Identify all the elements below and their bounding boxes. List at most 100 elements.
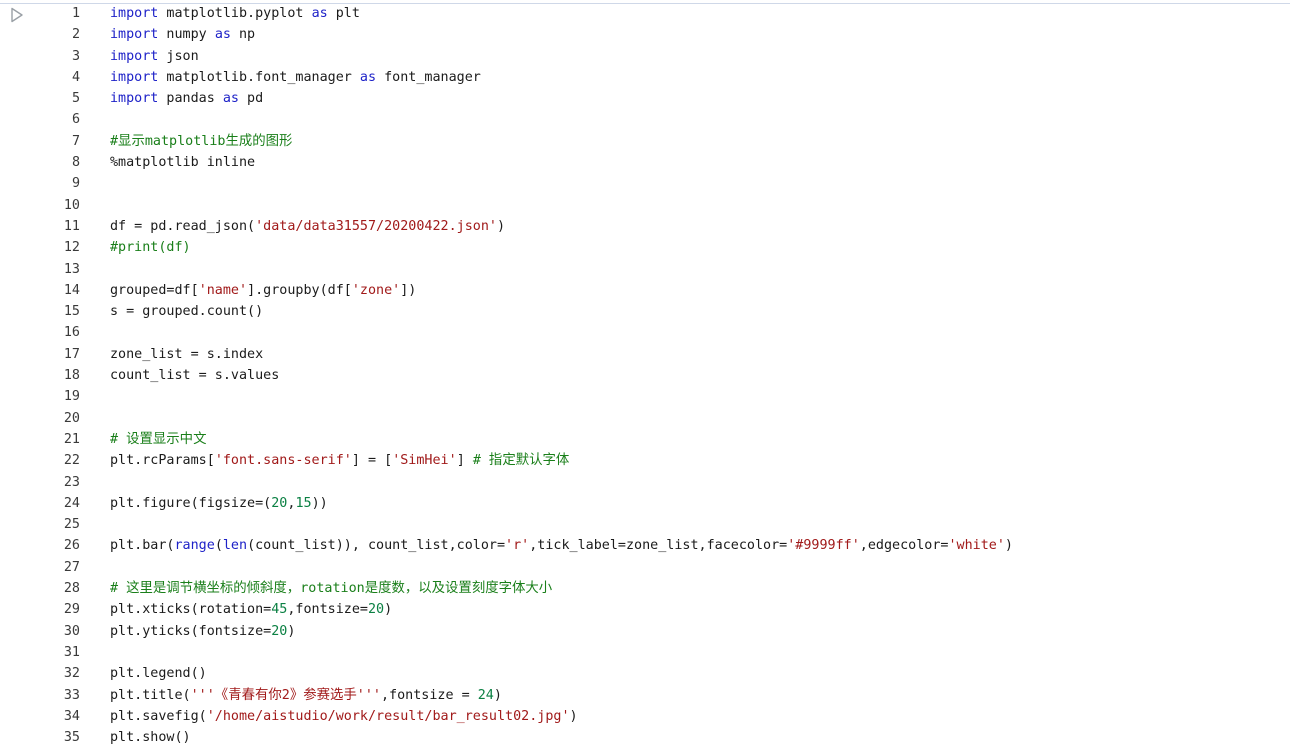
line-source: import matplotlib.font_manager as font_m…: [110, 67, 481, 88]
code-line[interactable]: 23: [0, 472, 1290, 493]
code-token: 15: [295, 495, 312, 511]
code-line[interactable]: 16: [0, 322, 1290, 343]
code-cell: 1 import matplotlib.pyplot as plt 2 import …: [0, 0, 1290, 756]
line-source: #显示matplotlib生成的图形: [110, 131, 292, 152]
code-line[interactable]: 12 #print(df): [0, 237, 1290, 258]
code-token: 20: [368, 602, 385, 618]
code-line[interactable]: 8 %matplotlib inline: [0, 152, 1290, 173]
code-line[interactable]: 33 plt.title('''《青春有你2》参赛选手''',fontsize =…: [0, 685, 1290, 706]
code-token: ].groupby(df[: [247, 282, 352, 298]
code-token: '''《青春有你2》参赛选手''': [190, 687, 381, 703]
line-number: 24: [63, 495, 80, 511]
line-number: 11: [63, 218, 80, 234]
code-line[interactable]: 27: [0, 557, 1290, 578]
line-number: 14: [63, 282, 80, 298]
line-source: grouped=df['name'].groupby(df['zone']): [110, 280, 416, 301]
code-token: grouped=df[: [110, 282, 199, 298]
code-line[interactable]: 19: [0, 386, 1290, 407]
code-token: plt.xticks(rotation=: [110, 602, 272, 618]
code-line[interactable]: 29 plt.xticks(rotation=45,fontsize=20): [0, 599, 1290, 620]
line-number: 23: [63, 474, 80, 490]
line-source: import pandas as pd: [110, 88, 263, 109]
code-line[interactable]: 32 plt.legend(): [0, 663, 1290, 684]
code-token: s = grouped.count(): [110, 304, 264, 320]
code-token: plt.figure(figsize=(: [110, 495, 272, 511]
code-line[interactable]: 31: [0, 642, 1290, 663]
code-token: json: [158, 48, 199, 64]
code-token: ): [384, 602, 393, 618]
code-line[interactable]: 14 grouped=df['name'].groupby(df['zone']): [0, 280, 1290, 301]
code-token: 'white': [948, 538, 1005, 554]
line-source: count_list = s.values: [110, 365, 279, 386]
code-line[interactable]: 15 s = grouped.count(): [0, 301, 1290, 322]
code-line[interactable]: 5 import pandas as pd: [0, 88, 1290, 109]
code-line[interactable]: 34 plt.savefig('/home/aistudio/work/resul…: [0, 706, 1290, 727]
line-number: 17: [63, 346, 80, 362]
line-number: 15: [63, 304, 80, 320]
code-line[interactable]: 28 # 这里是调节横坐标的倾斜度，rotation是度数，以及设置刻度字体大小: [0, 578, 1290, 599]
code-token: matplotlib.font_manager: [158, 69, 360, 85]
code-line[interactable]: 9: [0, 173, 1290, 194]
code-token: range: [174, 538, 215, 554]
code-line[interactable]: 26 plt.bar(range(len(count_list)), count_…: [0, 535, 1290, 556]
line-number: 20: [63, 410, 80, 426]
code-line[interactable]: 22 plt.rcParams['font.sans-serif'] = ['Si…: [0, 450, 1290, 471]
line-number: 18: [63, 368, 80, 384]
line-number: 13: [63, 261, 80, 277]
line-source: import numpy as np: [110, 24, 255, 45]
code-token: ,tick_label=zone_list,facecolor=: [529, 538, 788, 554]
line-source: # 这里是调节横坐标的倾斜度，rotation是度数，以及设置刻度字体大小: [110, 578, 552, 599]
code-token: '#9999ff': [787, 538, 860, 554]
code-line[interactable]: 24 plt.figure(figsize=(20,15)): [0, 493, 1290, 514]
line-source: s = grouped.count(): [110, 301, 263, 322]
line-number: 5: [71, 91, 80, 107]
line-number: 1: [71, 6, 80, 21]
code-line[interactable]: 7 #显示matplotlib生成的图形: [0, 131, 1290, 152]
code-token: len: [222, 538, 248, 554]
code-token: ): [1004, 538, 1013, 554]
code-token: matplotlib.pyplot: [158, 6, 312, 21]
code-token: ): [493, 687, 502, 703]
code-token: '/home/aistudio/work/result/bar_result02…: [206, 708, 570, 724]
code-line[interactable]: 11 df = pd.read_json('data/data31557/2020…: [0, 216, 1290, 237]
code-line[interactable]: 21 # 设置显示中文: [0, 429, 1290, 450]
line-number: 12: [63, 240, 80, 256]
code-token: # 指定默认字体: [472, 453, 570, 469]
line-source: plt.bar(range(len(count_list)), count_li…: [110, 535, 1013, 556]
code-line[interactable]: 6: [0, 109, 1290, 130]
code-line[interactable]: 3 import json: [0, 46, 1290, 67]
code-token: plt.legend(): [110, 666, 207, 682]
code-token: 45: [271, 602, 288, 618]
line-number: 8: [71, 155, 80, 171]
code-token: 20: [271, 495, 288, 511]
code-token: 24: [477, 687, 494, 703]
line-number: 2: [71, 27, 80, 43]
line-number: 25: [63, 517, 80, 533]
code-line[interactable]: 17 zone_list = s.index: [0, 344, 1290, 365]
code-line[interactable]: 4 import matplotlib.font_manager as font_…: [0, 67, 1290, 88]
line-number: 4: [71, 69, 80, 85]
code-token: as: [359, 69, 377, 85]
line-source: plt.xticks(rotation=45,fontsize=20): [110, 599, 392, 620]
code-token: pd: [239, 91, 264, 107]
code-line[interactable]: 35 plt.show(): [0, 727, 1290, 748]
code-editor[interactable]: 1 import matplotlib.pyplot as plt 2 import …: [0, 3, 1290, 748]
code-line[interactable]: 13: [0, 259, 1290, 280]
code-line[interactable]: 1 import matplotlib.pyplot as plt: [0, 3, 1290, 24]
code-line[interactable]: 18 count_list = s.values: [0, 365, 1290, 386]
code-token: as: [214, 27, 231, 43]
line-number: 28: [63, 581, 80, 597]
code-token: 'name': [198, 282, 248, 298]
line-number: 21: [63, 431, 80, 447]
line-number: 34: [63, 708, 80, 724]
code-token: %matplotlib inline: [110, 155, 256, 171]
code-token: import: [110, 27, 159, 43]
code-line[interactable]: 10: [0, 195, 1290, 216]
line-source: plt.title('''《青春有你2》参赛选手''',fontsize = 2…: [110, 685, 502, 706]
code-line[interactable]: 20: [0, 408, 1290, 429]
code-line[interactable]: 25: [0, 514, 1290, 535]
code-line[interactable]: 2 import numpy as np: [0, 24, 1290, 45]
code-line[interactable]: 30 plt.yticks(fontsize=20): [0, 621, 1290, 642]
code-token: ]): [400, 282, 417, 298]
code-token: # 设置显示中文: [110, 431, 207, 447]
